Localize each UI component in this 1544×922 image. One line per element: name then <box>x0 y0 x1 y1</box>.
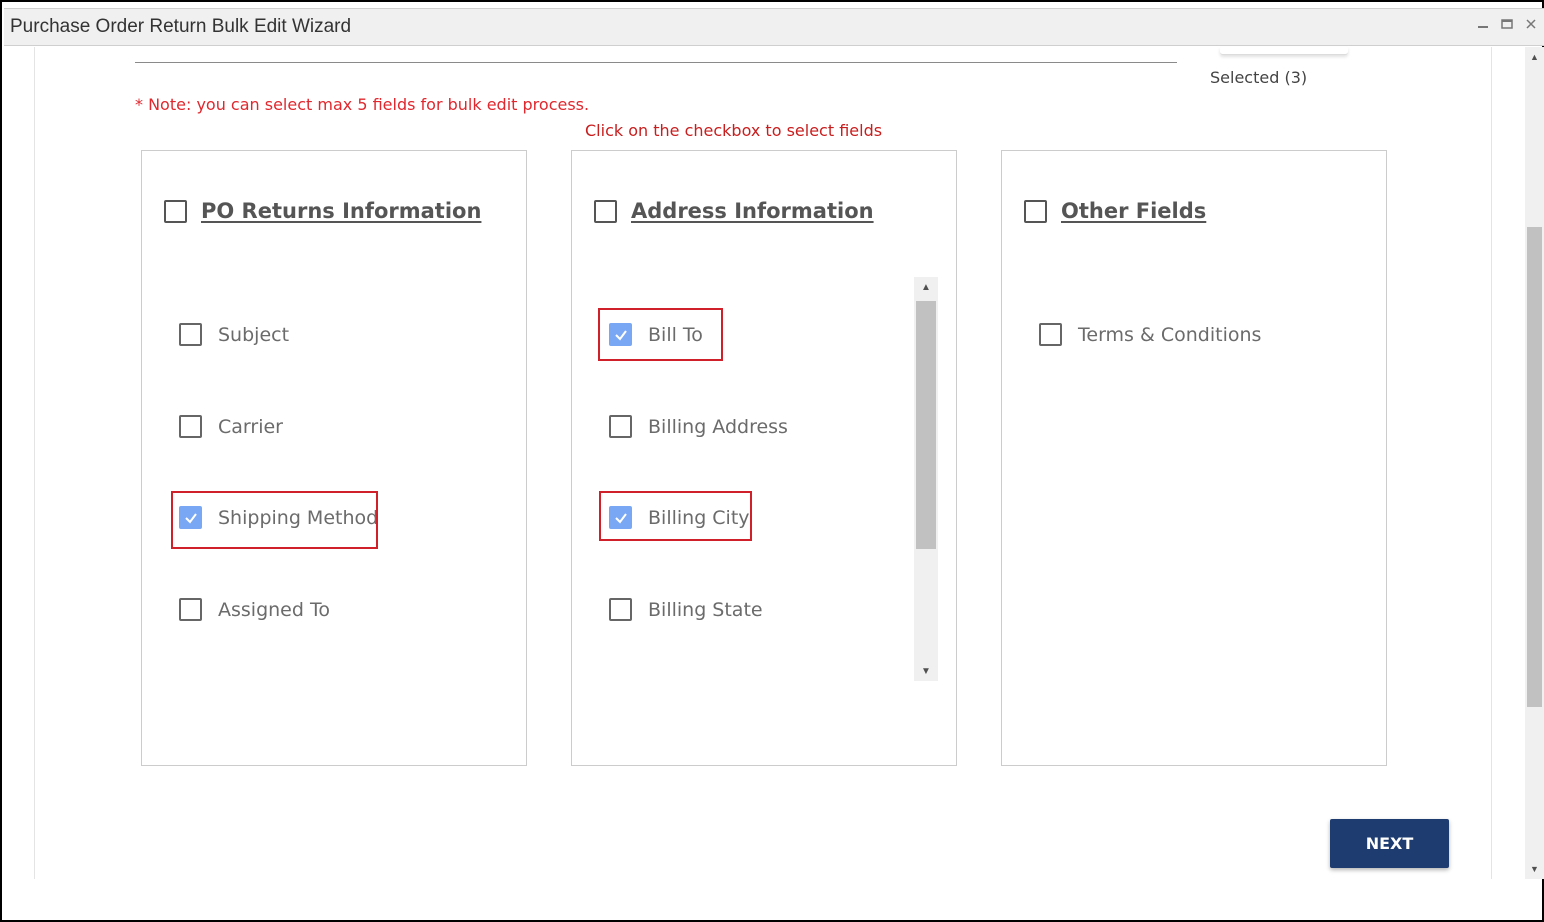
field-billing-city[interactable]: Billing City <box>609 506 750 529</box>
field-terms-conditions[interactable]: Terms & Conditions <box>1039 323 1261 346</box>
tab-stub[interactable] <box>1220 47 1348 55</box>
scroll-up-icon[interactable]: ▲ <box>914 277 938 297</box>
field-label: Assigned To <box>218 598 330 621</box>
scroll-down-icon[interactable]: ▼ <box>1525 859 1544 879</box>
minimize-icon[interactable] <box>1476 17 1490 31</box>
panel-header-other[interactable]: Other Fields <box>1024 199 1206 223</box>
panel-header-address[interactable]: Address Information <box>594 199 874 223</box>
field-shipping-method[interactable]: Shipping Method <box>179 506 378 529</box>
panel-title: Other Fields <box>1061 199 1207 223</box>
field-label: Billing Address <box>648 415 788 438</box>
panel-scrollbar[interactable]: ▲ ▼ <box>914 277 938 681</box>
field-label: Billing State <box>648 598 763 621</box>
scroll-thumb[interactable] <box>916 301 936 549</box>
select-all-checkbox[interactable] <box>1024 199 1047 223</box>
panel-header-po-returns[interactable]: PO Returns Information <box>164 199 481 223</box>
field-checkbox[interactable] <box>609 598 632 621</box>
divider <box>135 62 1177 63</box>
selected-count[interactable]: Selected (3) <box>1210 68 1307 87</box>
field-checkbox[interactable] <box>609 415 632 438</box>
scroll-thumb[interactable] <box>1527 227 1542 707</box>
field-checkbox[interactable] <box>179 598 202 621</box>
main-scrollbar[interactable]: ▲ ▼ <box>1525 47 1544 879</box>
field-label: Shipping Method <box>218 506 379 529</box>
wizard-content: Selected (3) * Note: you can select max … <box>34 47 1492 879</box>
max-fields-note: * Note: you can select max 5 fields for … <box>135 95 590 114</box>
field-checkbox[interactable] <box>609 506 632 529</box>
title-bar: Purchase Order Return Bulk Edit Wizard <box>4 8 1544 46</box>
maximize-icon[interactable] <box>1500 17 1514 31</box>
field-checkbox[interactable] <box>609 323 632 346</box>
field-label: Billing City <box>648 506 750 529</box>
field-checkbox[interactable] <box>1039 323 1062 346</box>
wizard-window: Purchase Order Return Bulk Edit Wizard S… <box>0 0 1544 922</box>
next-button[interactable]: NEXT <box>1330 819 1449 868</box>
select-all-checkbox[interactable] <box>164 199 187 223</box>
panel-address-information: Address Information Bill To Billing Addr… <box>571 150 957 766</box>
panel-other-fields: Other Fields Terms & Conditions <box>1001 150 1387 766</box>
panel-title: Address Information <box>631 199 874 223</box>
scroll-down-icon[interactable]: ▼ <box>914 661 938 681</box>
checkbox-hint: Click on the checkbox to select fields <box>585 121 883 140</box>
field-label: Terms & Conditions <box>1078 323 1262 346</box>
field-checkbox[interactable] <box>179 506 202 529</box>
window-title: Purchase Order Return Bulk Edit Wizard <box>10 16 352 37</box>
panel-title: PO Returns Information <box>201 199 482 223</box>
scroll-up-icon[interactable]: ▲ <box>1525 47 1544 67</box>
window-controls <box>1476 17 1538 31</box>
field-label: Carrier <box>218 415 283 438</box>
field-billing-state[interactable]: Billing State <box>609 598 763 621</box>
field-carrier[interactable]: Carrier <box>179 415 283 438</box>
field-bill-to[interactable]: Bill To <box>609 323 703 346</box>
close-icon[interactable] <box>1524 17 1538 31</box>
field-label: Subject <box>218 323 290 346</box>
panel-po-returns-information: PO Returns Information Subject Carrier S… <box>141 150 527 766</box>
field-billing-address[interactable]: Billing Address <box>609 415 788 438</box>
field-assigned-to[interactable]: Assigned To <box>179 598 330 621</box>
field-label: Bill To <box>648 323 703 346</box>
select-all-checkbox[interactable] <box>594 199 617 223</box>
field-checkbox[interactable] <box>179 323 202 346</box>
field-checkbox[interactable] <box>179 415 202 438</box>
field-subject[interactable]: Subject <box>179 323 289 346</box>
